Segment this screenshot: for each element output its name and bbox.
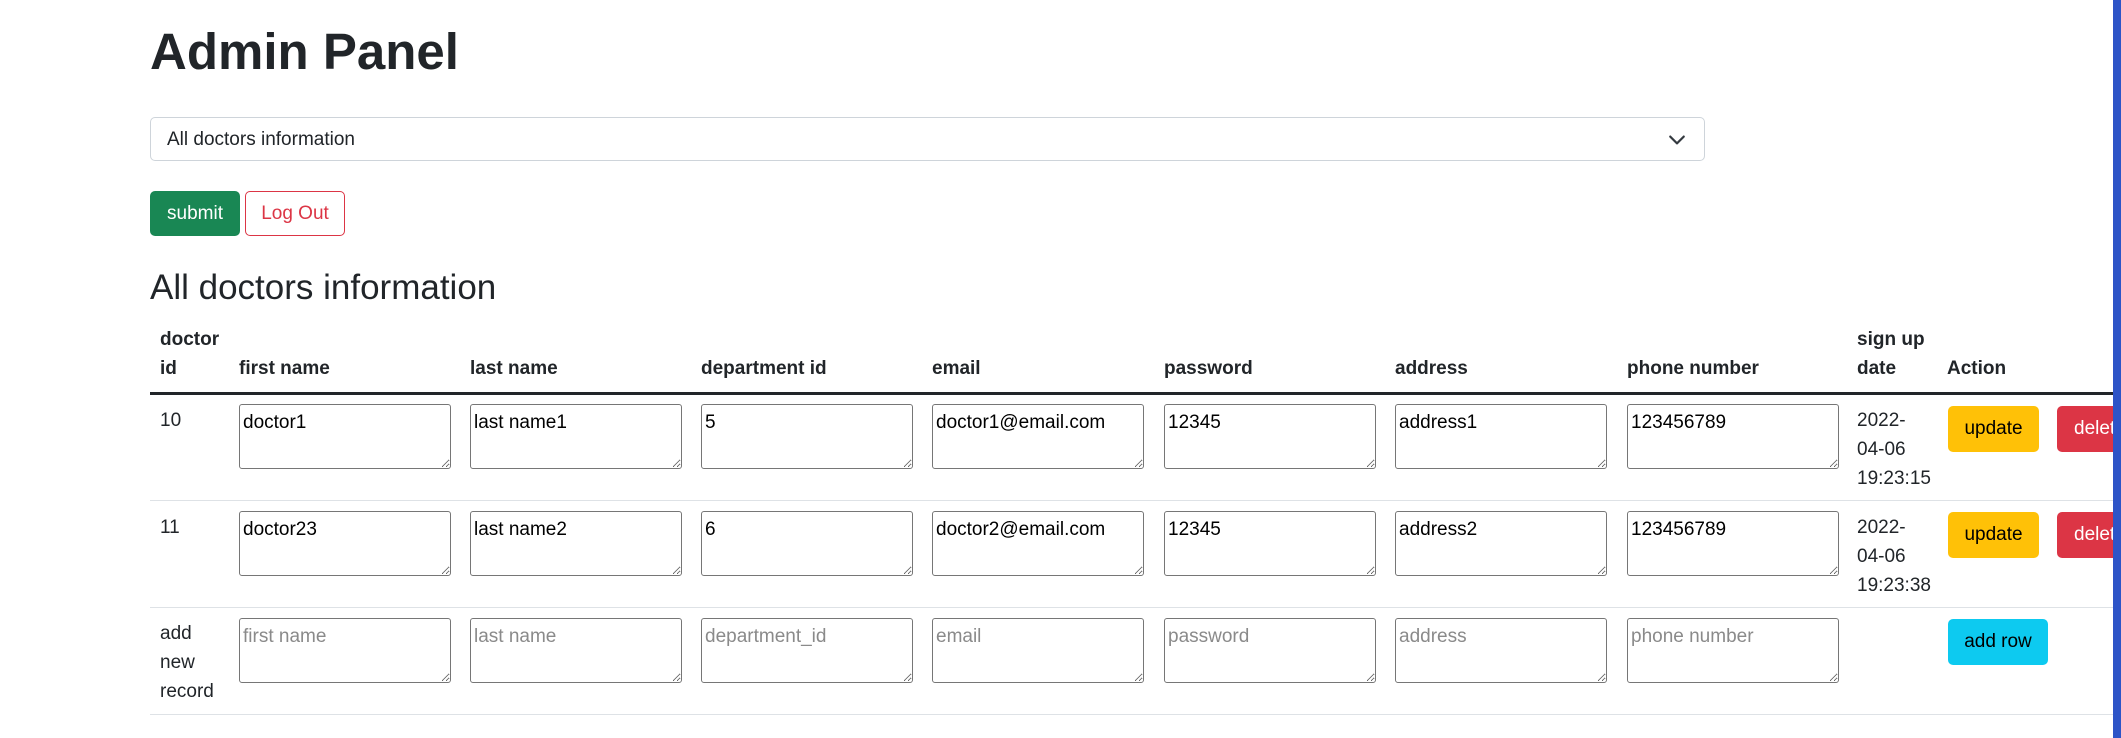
new-address-field[interactable]: [1395, 618, 1607, 683]
column-header-last-name: last name: [470, 358, 558, 379]
phone-number-field[interactable]: 123456789: [1627, 404, 1839, 469]
new-last-name-field[interactable]: [470, 618, 682, 683]
password-field[interactable]: 12345: [1164, 404, 1376, 469]
doctor-id-cell: 10: [160, 410, 182, 431]
delete-button[interactable]: delete: [2057, 512, 2121, 558]
column-header-first-name: first name: [239, 358, 330, 379]
first-name-field[interactable]: doctor23: [239, 511, 451, 576]
row-divider: [150, 500, 2121, 501]
window-edge-strip: [2113, 0, 2121, 738]
phone-number-field[interactable]: 123456789: [1627, 511, 1839, 576]
view-select[interactable]: All doctors information: [150, 117, 1705, 161]
section-title: All doctors information: [150, 268, 497, 307]
password-field[interactable]: 12345: [1164, 511, 1376, 576]
signup-date-line: 04-06: [1857, 546, 1906, 567]
column-header-phone-number: phone number: [1627, 358, 1759, 379]
email-field[interactable]: doctor2@email.com: [932, 511, 1144, 576]
add-row-button[interactable]: add row: [1948, 619, 2048, 665]
new-password-field[interactable]: [1164, 618, 1376, 683]
chevron-down-icon: [1669, 135, 1685, 145]
new-department-id-field[interactable]: [701, 618, 913, 683]
page-title: Admin Panel: [150, 23, 459, 80]
submit-button[interactable]: submit: [150, 191, 240, 236]
column-header-action: Action: [1947, 358, 2007, 379]
column-header-address: address: [1395, 358, 1468, 379]
column-header-email: email: [932, 358, 981, 379]
delete-button[interactable]: delete: [2057, 406, 2121, 452]
signup-date-line: 2022-: [1857, 410, 1906, 431]
view-select-value: All doctors information: [167, 129, 355, 150]
update-button[interactable]: update: [1948, 406, 2039, 452]
first-name-field[interactable]: doctor1: [239, 404, 451, 469]
email-field[interactable]: doctor1@email.com: [932, 404, 1144, 469]
column-header-department-id: department id: [701, 358, 827, 379]
signup-date-line: 19:23:15: [1857, 468, 1931, 489]
address-field[interactable]: address2: [1395, 511, 1607, 576]
department-id-field[interactable]: 5: [701, 404, 913, 469]
row-divider: [150, 607, 2121, 608]
column-header-sign-up-date: sign up date: [1857, 329, 1925, 379]
address-field[interactable]: address1: [1395, 404, 1607, 469]
column-header-password: password: [1164, 358, 1253, 379]
logout-button[interactable]: Log Out: [245, 191, 345, 236]
last-name-field[interactable]: last name2: [470, 511, 682, 576]
signup-date-line: 04-06: [1857, 439, 1906, 460]
new-record-label-line: record: [160, 681, 214, 702]
department-id-field[interactable]: 6: [701, 511, 913, 576]
row-divider: [150, 714, 2121, 715]
update-button[interactable]: update: [1948, 512, 2039, 558]
new-email-field[interactable]: [932, 618, 1144, 683]
new-record-label-line: new: [160, 652, 195, 673]
doctor-id-cell: 11: [160, 517, 180, 538]
signup-date-line: 2022-: [1857, 517, 1906, 538]
new-record-label-line: add: [160, 623, 192, 644]
last-name-field[interactable]: last name1: [470, 404, 682, 469]
new-phone-number-field[interactable]: [1627, 618, 1839, 683]
signup-date-line: 19:23:38: [1857, 575, 1931, 596]
new-first-name-field[interactable]: [239, 618, 451, 683]
table-header-divider: [150, 392, 2121, 395]
column-header-doctor-id: doctor id: [160, 329, 220, 379]
